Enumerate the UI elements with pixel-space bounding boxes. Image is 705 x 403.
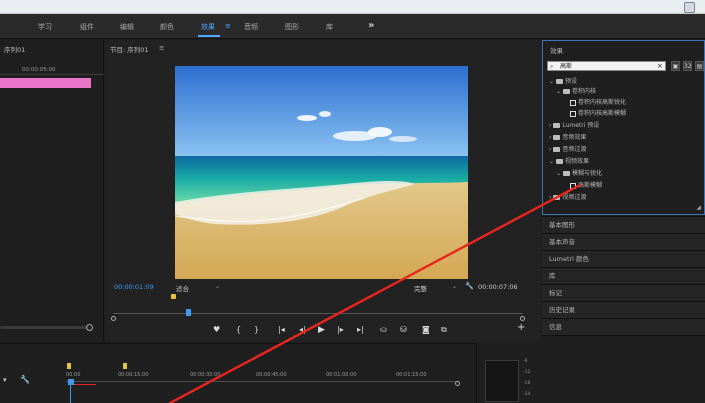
annotation-arrow (168, 183, 582, 403)
annotation-line (168, 183, 582, 403)
